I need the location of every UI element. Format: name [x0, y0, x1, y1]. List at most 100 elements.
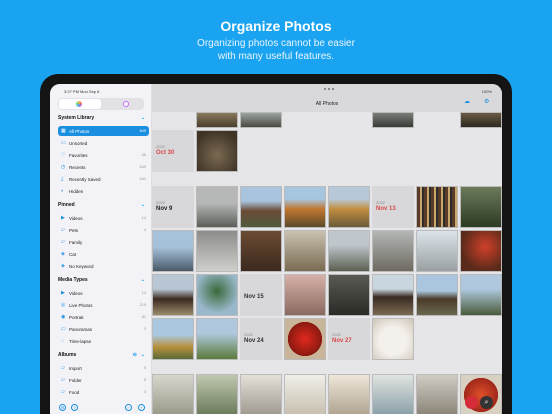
section-pinned[interactable]: Pinned ⌄: [58, 202, 149, 208]
sidebar-item-media-videos[interactable]: ▶ Videos 14: [58, 288, 149, 298]
sidebar-item-label: Live Photos: [69, 303, 93, 308]
cloud-icon[interactable]: ☁: [464, 98, 470, 105]
photo-thumbnail[interactable]: [196, 130, 238, 172]
photo-thumbnail[interactable]: [240, 374, 282, 414]
photo-thumbnail[interactable]: [328, 374, 370, 414]
sidebar-item-panoramas[interactable]: ▭ Panoramas 3: [58, 324, 149, 334]
photos-app-icon: [76, 101, 82, 107]
chevron-down-icon[interactable]: ⌄: [141, 202, 145, 208]
sidebar-item-portrait[interactable]: ◉ Portrait 81: [58, 312, 149, 322]
sidebar-item-folder[interactable]: ▱ Folder 5: [58, 375, 149, 385]
photo-thumbnail[interactable]: [196, 374, 238, 414]
search-icon[interactable]: ⌕: [480, 396, 493, 409]
multitasking-dots[interactable]: [324, 88, 334, 90]
photo-thumbnail[interactable]: [196, 318, 238, 360]
chevron-down-icon[interactable]: ⌄: [141, 277, 145, 283]
sidebar-item-favorites[interactable]: ♡ Favorites 66: [58, 150, 149, 160]
settings-icon[interactable]: ⚙: [484, 98, 489, 105]
photo-thumbnail[interactable]: [460, 186, 502, 228]
photo-thumbnail[interactable]: [240, 186, 282, 228]
photo-thumbnail[interactable]: [460, 274, 502, 316]
timelapse-icon: ◌: [61, 338, 64, 344]
date-year: 2022: [156, 144, 165, 149]
sidebar-item-cat[interactable]: ◈ Cat: [58, 249, 149, 259]
sidebar-item-label: Portrait: [69, 315, 84, 320]
sidebar-item-import[interactable]: ▱ Import 5: [58, 363, 149, 373]
library-switcher[interactable]: [58, 98, 144, 110]
photo-thumbnail[interactable]: [460, 374, 502, 414]
photo-thumbnail[interactable]: [284, 274, 326, 316]
add-icon[interactable]: +: [138, 404, 145, 411]
photo-thumbnail[interactable]: [372, 230, 414, 272]
photo-thumbnail[interactable]: [328, 186, 370, 228]
sidebar-item-count: 66: [141, 153, 146, 157]
sidebar-item-hidden[interactable]: ◐ Hidden: [58, 186, 149, 196]
sidebar-item-food[interactable]: ▱ Food 3: [58, 387, 149, 397]
sidebar-item-no-keyword[interactable]: ◈ No Keyword: [58, 261, 149, 271]
photo-thumbnail[interactable]: [372, 318, 414, 360]
photo-thumbnail[interactable]: [240, 230, 282, 272]
photo-thumbnail[interactable]: [284, 374, 326, 414]
section-system-library[interactable]: System Library ⌄: [58, 115, 149, 121]
photo-thumbnail[interactable]: [152, 318, 194, 360]
photo-thumbnail[interactable]: [196, 186, 238, 228]
chevron-down-icon[interactable]: ⌄: [141, 115, 145, 121]
remove-icon[interactable]: −: [125, 404, 132, 411]
photo-thumbnail[interactable]: [416, 374, 458, 414]
sidebar-item-label: Hidden: [69, 189, 84, 194]
tag-icon: ◈: [61, 251, 65, 257]
photo-thumbnail[interactable]: [416, 230, 458, 272]
help-icon[interactable]: ?: [71, 404, 78, 411]
settings-icon[interactable]: ⚙: [59, 404, 66, 411]
section-albums[interactable]: Albums ⊖ ⌄: [58, 352, 149, 358]
sidebar-toolbar: ⚙ ? − +: [50, 402, 152, 414]
chevron-down-icon[interactable]: ⌄: [141, 352, 145, 358]
photo-thumbnail[interactable]: [372, 112, 414, 128]
photo-thumbnail[interactable]: [416, 186, 458, 228]
date-year: 2022: [156, 200, 165, 205]
photo-thumbnail[interactable]: [196, 112, 238, 128]
folder-icon: ▱: [61, 239, 65, 245]
photo-thumbnail[interactable]: [328, 230, 370, 272]
date-header: 2022 Nov 24: [240, 318, 282, 360]
sidebar-item-recents[interactable]: ◷ Recents 649: [58, 162, 149, 172]
photo-thumbnail[interactable]: [460, 112, 502, 128]
sidebar-item-unsorted[interactable]: ▭ Unsorted: [58, 138, 149, 148]
navigation-bar: 100% All Photos ☁ ⚙: [152, 84, 502, 112]
sidebar-item-time-lapse[interactable]: ◌ Time-lapse: [58, 336, 149, 346]
sidebar-item-family[interactable]: ▱ Family: [58, 237, 149, 247]
video-icon: ▶: [61, 215, 65, 221]
sidebar-item-pets[interactable]: ▱ Pets 4: [58, 225, 149, 235]
promo-subline-2: with many useful features.: [217, 51, 335, 62]
record-button[interactable]: [465, 396, 478, 409]
sidebar-item-live-photos[interactable]: ◎ Live Photos 219: [58, 300, 149, 310]
sidebar-item-recently-saved[interactable]: ⤓ Recently Saved 641: [58, 174, 149, 184]
photo-thumbnail[interactable]: [152, 274, 194, 316]
section-title: Pinned: [58, 202, 75, 208]
photo-thumbnail[interactable]: [284, 318, 326, 360]
photo-thumbnail[interactable]: [460, 230, 502, 272]
photo-thumbnail[interactable]: [372, 274, 414, 316]
sidebar-item-count: 649: [139, 165, 146, 169]
photo-thumbnail[interactable]: [152, 374, 194, 414]
ring-icon[interactable]: [123, 101, 129, 107]
photo-thumbnail[interactable]: [196, 230, 238, 272]
date-label: Nov 27: [332, 338, 352, 344]
photo-thumbnail[interactable]: [416, 274, 458, 316]
date-year: 2022: [332, 332, 341, 337]
section-media-types[interactable]: Media Types ⌄: [58, 277, 149, 283]
sidebar-item-label: Favorites: [69, 153, 88, 158]
panorama-icon: ▭: [61, 326, 66, 332]
photo-thumbnail[interactable]: [152, 230, 194, 272]
photo-thumbnail[interactable]: [284, 186, 326, 228]
photo-thumbnail[interactable]: [372, 374, 414, 414]
photo-thumbnail[interactable]: [328, 274, 370, 316]
photo-thumbnail[interactable]: [240, 112, 282, 128]
date-header: 2022 Nov 9: [152, 186, 194, 228]
photo-thumbnail[interactable]: [284, 230, 326, 272]
photo-thumbnail[interactable]: [196, 274, 238, 316]
more-icon[interactable]: ⊖: [133, 352, 137, 358]
sidebar-item-all-photos[interactable]: ▦ All Photos 649: [58, 126, 149, 136]
folder-icon: ▱: [61, 377, 65, 383]
sidebar-item-videos[interactable]: ▶ Videos 14: [58, 213, 149, 223]
